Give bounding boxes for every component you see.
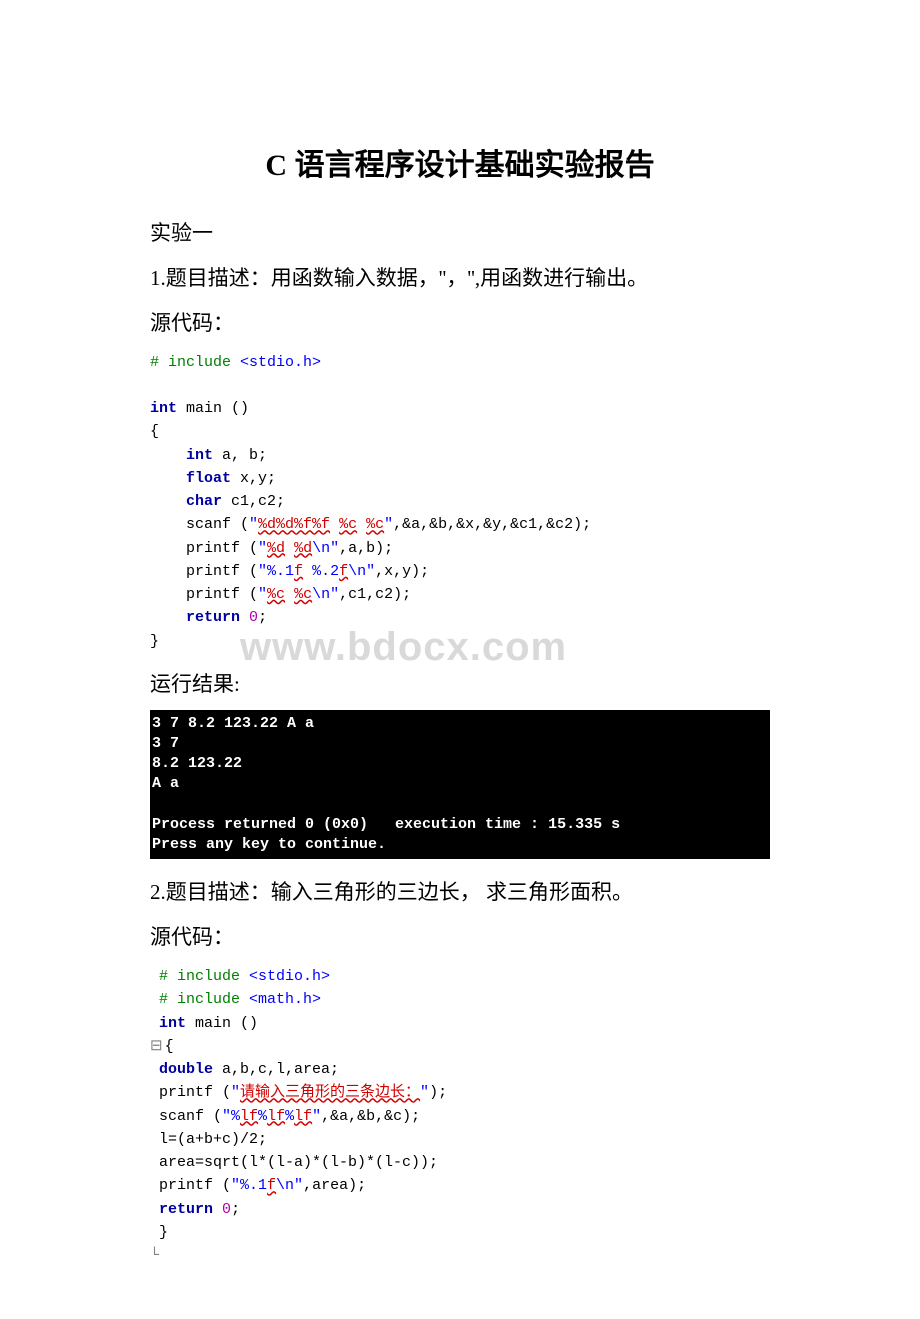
code-block-2: # include <stdio.h> # include <math.h> i… — [150, 965, 770, 1267]
code-block-1: # include <stdio.h> int main () { int a,… — [150, 351, 770, 653]
watermark: www.bdocx.com — [240, 625, 567, 670]
source-code-label-1: 源代码： — [150, 304, 770, 343]
document-page: C 语言程序设计基础实验报告 实验一 1.题目描述：用函数输入数据，''，'',… — [0, 0, 920, 1319]
run-result-label: 运行结果: — [150, 665, 770, 704]
console-output-1: 3 7 8.2 123.22 A a 3 7 8.2 123.22 A a Pr… — [150, 710, 770, 860]
question-1-description: 1.题目描述：用函数输入数据，''，'',用函数进行输出。 — [150, 259, 770, 298]
doc-title: C 语言程序设计基础实验报告 — [150, 140, 770, 184]
experiment-heading: 实验一 — [150, 214, 770, 253]
question-2-description: 2.题目描述：输入三角形的三边长， 求三角形面积。 — [150, 873, 770, 912]
source-code-label-2: 源代码： — [150, 918, 770, 957]
